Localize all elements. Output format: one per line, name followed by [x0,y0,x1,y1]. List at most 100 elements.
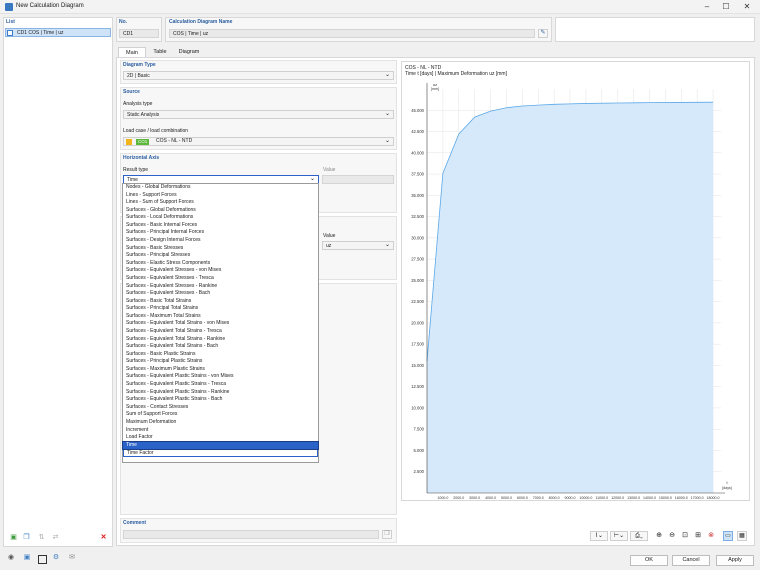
dropdown-option[interactable]: Surfaces - Equivalent Stresses - Tresca [123,275,318,283]
y-tick-label: 32.500 [411,214,424,219]
list-item-label: CD1 COS | Time | uz [17,30,64,36]
line-style-button[interactable]: ⌇⌄ [590,531,608,541]
dropdown-option[interactable]: Surfaces - Equivalent Total Strains - vo… [123,320,318,328]
y-tick-label: 15.000 [411,363,424,368]
sort-icon[interactable]: ⇅ [37,534,46,543]
x-tick-label: 7000.0 [533,496,544,500]
result-type-dropdown[interactable]: Nodes - Global Deformations Lines - Suppo… [122,183,319,463]
y-tick-label: 42.500 [411,129,424,134]
dropdown-option[interactable]: Surfaces - Principal Total Strains [123,305,318,313]
dropdown-option[interactable]: Surfaces - Global Deformations [123,207,318,215]
list-header: List [6,19,15,25]
dropdown-option[interactable]: Surfaces - Basic Internal Forces [123,222,318,230]
dropdown-option[interactable]: Surfaces - Equivalent Total Strains - Tr… [123,328,318,336]
dropdown-option[interactable]: Nodes - Global Deformations [123,184,318,192]
zoom-in-icon[interactable]: ⊕ [654,532,664,540]
tab-diagram[interactable]: Diagram [174,47,204,57]
diagram-type-label: Diagram Type [123,62,156,68]
list-item[interactable]: CD1 COS | Time | uz [5,28,111,37]
dropdown-option[interactable]: Surfaces - Equivalent Plastic Strains - … [123,373,318,381]
x-tick-label: 13000.0 [627,496,640,500]
dropdown-option[interactable]: Maximum Deformation [123,419,318,427]
dropdown-option[interactable]: Surfaces - Equivalent Total Strains - Ra… [123,336,318,344]
dropdown-option[interactable]: Increment [123,427,318,435]
new-item-icon[interactable]: ▣ [9,534,18,543]
vertical-value: uz [326,243,332,249]
y-tick-label: 2.500 [414,469,425,474]
comment-label: Comment [123,520,147,526]
zoom-window-icon[interactable]: ⊡ [680,532,690,540]
info-icon[interactable]: ✉ [67,554,77,562]
dropdown-option[interactable]: Load Factor [123,434,318,442]
delete-icon[interactable]: ✕ [99,534,108,543]
window-title: New Calculation Diagram [16,3,84,9]
y-tick-label: 45.000 [411,108,424,113]
axis-style-button[interactable]: ⊢⌄ [610,531,628,541]
comment-edit-icon[interactable]: ❐ [382,530,392,539]
y-tick-label: 27.500 [411,257,424,262]
load-case-select[interactable]: CO1 COS - NL - NTD ⌄ [123,137,394,146]
dropdown-option[interactable]: Surfaces - Equivalent Plastic Strains - … [123,381,318,389]
x-tick-label: 8000.0 [549,496,560,500]
cancel-button[interactable]: Cancel [672,555,710,566]
dropdown-option[interactable]: Surfaces - Principal Stresses [123,252,318,260]
number-field[interactable]: CD1 [119,29,159,38]
tab-main[interactable]: Main [118,47,146,57]
dropdown-option[interactable]: Surfaces - Local Deformations [123,214,318,222]
dropdown-option[interactable]: Surfaces - Equivalent Stresses - Bach [123,290,318,298]
dropdown-option[interactable]: Surfaces - Principal Plastic Strains [123,358,318,366]
dropdown-option[interactable]: Surfaces - Equivalent Total Strains - Ba… [123,343,318,351]
x-tick-label: 4000.0 [485,496,496,500]
area-fill [427,102,714,493]
y-tick-label: 40.000 [411,150,424,155]
dropdown-option[interactable]: Surfaces - Contact Stresses [123,404,318,412]
diagram-type-select[interactable]: 2D | Basic ⌄ [123,71,394,80]
dropdown-option[interactable]: Surfaces - Equivalent Stresses - von Mis… [123,267,318,275]
settings-icon[interactable]: ⚙ [51,554,61,562]
dropdown-option[interactable]: Surfaces - Design Internal Forces [123,237,318,245]
x-tick-label: 2000.0 [453,496,464,500]
view-icon[interactable] [38,555,47,564]
dropdown-option[interactable]: Surfaces - Maximum Plastic Strains [123,366,318,374]
close-window-button[interactable]: ✕ [740,2,754,12]
dropdown-option[interactable]: Surfaces - Equivalent Stresses - Rankine [123,283,318,291]
zoom-all-icon[interactable]: ⊞ [693,532,703,540]
print-button[interactable]: ⎙⌄ [630,531,648,541]
dropdown-option[interactable]: Surfaces - Basic Plastic Strains [123,351,318,359]
dropdown-option[interactable]: Surfaces - Elastic Stress Components [123,260,318,268]
analysis-type-select[interactable]: Static Analysis ⌄ [123,110,394,119]
maximize-button[interactable]: ☐ [719,2,733,12]
x-tick-label: 3000.0 [469,496,480,500]
ok-button[interactable]: OK [630,555,668,566]
dropdown-option[interactable]: Surfaces - Principal Internal Forces [123,229,318,237]
comment-field[interactable] [123,530,379,539]
dropdown-option[interactable]: Time [122,440,319,451]
edit-name-icon[interactable]: ✎ [538,29,548,38]
chart-view-icon[interactable]: ▭ [723,531,733,541]
copy-item-icon[interactable]: ❐ [22,534,31,543]
dropdown-option[interactable]: Surfaces - Equivalent Plastic Strains - … [123,396,318,404]
horizontal-value-field[interactable] [322,175,394,184]
vertical-value-select[interactable]: uz ⌄ [322,241,394,250]
reset-zoom-icon[interactable]: ⊗ [706,532,716,540]
help-icon[interactable]: ◉ [6,554,16,562]
table-view-icon[interactable]: ▦ [737,531,747,541]
dropdown-option[interactable]: Surfaces - Basic Total Strains [123,298,318,306]
dropdown-option[interactable]: Lines - Support Forces [123,192,318,200]
dropdown-option[interactable]: Lines - Sum of Support Forces [123,199,318,207]
dropdown-option[interactable]: Surfaces - Basic Stresses [123,245,318,253]
apply-button[interactable]: Apply [716,555,754,566]
units-icon[interactable]: ▣ [22,554,32,562]
horizontal-value-label: Value [323,167,336,173]
chevron-down-icon: ⌄ [309,176,315,182]
result-type-label: Result type [123,167,149,173]
filter-icon[interactable]: ⇄ [51,534,60,543]
dropdown-option[interactable]: Surfaces - Equivalent Plastic Strains - … [123,389,318,397]
minimize-button[interactable]: – [700,2,714,12]
zoom-out-icon[interactable]: ⊖ [667,532,677,540]
name-field[interactable]: COS | Time | uz [169,29,535,38]
dropdown-option[interactable]: Surfaces - Maximum Total Strains [123,313,318,321]
dropdown-option[interactable]: Sum of Support Forces [123,411,318,419]
tab-table[interactable]: Table [148,47,172,57]
dropdown-option[interactable]: Time Factor [123,449,318,457]
